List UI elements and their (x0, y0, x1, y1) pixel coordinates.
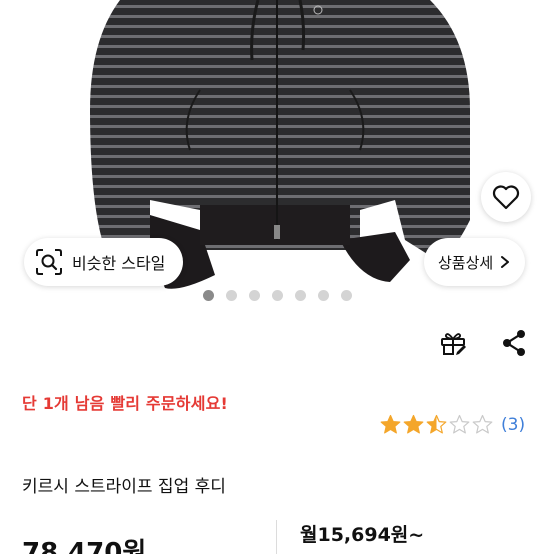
product-detail-label: 상품상세 (438, 253, 494, 272)
star-rating (380, 414, 493, 435)
carousel-dot[interactable] (249, 290, 260, 301)
heart-icon (492, 185, 520, 210)
carousel-dot[interactable] (341, 290, 352, 301)
carousel-dot[interactable] (295, 290, 306, 301)
star-icon (403, 414, 424, 434)
similar-style-label: 비슷한 스타일 (72, 254, 166, 273)
gift-icon[interactable] (438, 328, 468, 358)
stock-urgency-text: 단 1개 남음 빨리 주문하세요! (22, 394, 229, 413)
rating[interactable]: (3) (380, 414, 525, 435)
carousel-indicator[interactable] (203, 290, 352, 301)
share-icon[interactable] (500, 328, 528, 358)
star-icon (380, 414, 401, 434)
chevron-right-icon (501, 256, 510, 268)
product-title: 키르시 스트라이프 집업 후디 (22, 477, 226, 497)
star-icon (449, 414, 470, 434)
similar-style-button[interactable]: 비슷한 스타일 (24, 238, 184, 286)
star-icon (426, 414, 447, 434)
wishlist-button[interactable] (481, 172, 531, 222)
product-price: 78,470원 (22, 538, 147, 554)
carousel-dot[interactable] (226, 290, 237, 301)
product-detail-button[interactable]: 상품상세 (424, 238, 526, 286)
carousel-dot[interactable] (318, 290, 329, 301)
star-icon (472, 414, 493, 434)
review-count[interactable]: (3) (501, 415, 525, 435)
image-search-icon (36, 249, 62, 275)
carousel-dot[interactable] (272, 290, 283, 301)
carousel-dot[interactable] (203, 290, 214, 301)
price-divider (276, 520, 277, 554)
monthly-price[interactable]: 월15,694원~ (300, 520, 424, 547)
